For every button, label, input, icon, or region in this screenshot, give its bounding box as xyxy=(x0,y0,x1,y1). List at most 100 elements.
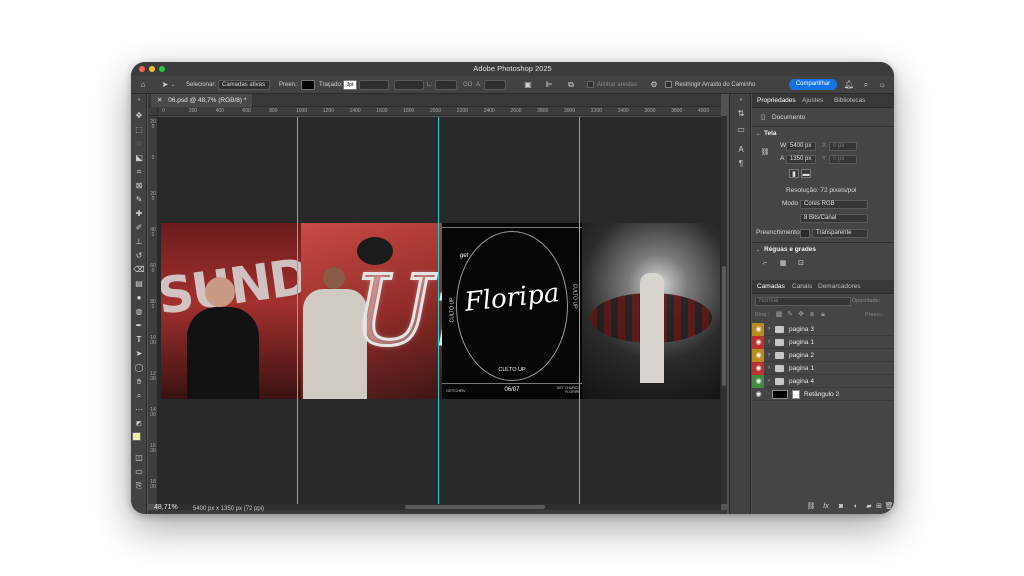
canvas-section-title[interactable]: Tela xyxy=(764,129,777,139)
move-tool-icon[interactable]: ✥ xyxy=(133,110,145,122)
document-size[interactable]: 5400 px x 1350 px (72 ppi) xyxy=(193,504,264,514)
stroke-swatch[interactable]: 3pt xyxy=(343,80,357,90)
foreground-color-swatch[interactable] xyxy=(132,432,141,441)
chevron-right-icon[interactable]: › xyxy=(768,323,770,336)
chevron-right-icon[interactable]: › xyxy=(768,349,770,362)
lasso-tool-icon[interactable]: ◌ xyxy=(133,138,145,150)
shape-width-field[interactable] xyxy=(435,80,457,90)
share-for-review-icon[interactable]: ⎘ xyxy=(133,480,145,492)
tab-libraries[interactable]: Bibliotecas xyxy=(834,94,865,108)
object-selection-tool-icon[interactable]: ⬕ xyxy=(133,152,145,164)
stroke-type-dropdown[interactable] xyxy=(394,80,424,90)
paragraph-panel-icon[interactable]: ¶ xyxy=(735,158,747,170)
lock-transparency-icon[interactable]: ▩ xyxy=(774,310,784,319)
bit-depth-dropdown[interactable]: 8 Bits/Canal xyxy=(800,214,868,223)
canvas-x-field[interactable]: 0 px xyxy=(829,142,857,151)
link-dimensions-icon[interactable]: GO xyxy=(463,76,472,94)
lock-position-icon[interactable]: ✥ xyxy=(796,310,806,319)
quick-mask-icon[interactable]: ◫ xyxy=(133,452,145,464)
select-dropdown[interactable]: Camadas ativas xyxy=(218,80,270,90)
eye-icon[interactable]: ◉ xyxy=(754,338,763,347)
gear-icon[interactable]: ⚙ xyxy=(648,79,660,91)
blur-tool-icon[interactable]: ● xyxy=(133,292,145,304)
frame-tool-icon[interactable]: ⊠ xyxy=(133,180,145,192)
chevron-right-icon[interactable]: › xyxy=(768,336,770,349)
tab-paths[interactable]: Demarcadores xyxy=(818,280,861,294)
chevron-down-icon[interactable]: ⌄ xyxy=(756,245,760,255)
lock-artboard-icon[interactable]: ⧈ xyxy=(807,310,817,319)
document-canvas[interactable]: SUNDAY Ur get Floripa CULTO UP CULTO UP xyxy=(158,117,721,506)
tab-adjustments[interactable]: Ajustes xyxy=(802,94,823,108)
chevron-right-icon[interactable]: › xyxy=(768,375,770,388)
document-tab[interactable]: ✕ 06.psd @ 48,7% (RGB/8) * xyxy=(151,94,253,107)
landscape-orientation-button[interactable]: ▬ xyxy=(801,169,811,178)
canvas-width-field[interactable]: 5400 px xyxy=(786,142,816,151)
guide-line[interactable] xyxy=(297,117,298,506)
path-arrangement-icon[interactable]: ⧉ xyxy=(565,79,577,91)
layer-row[interactable]: ◉ › pagina 4 xyxy=(752,375,894,388)
fill-swatch[interactable] xyxy=(301,80,315,90)
pen-tool-icon[interactable]: ✒ xyxy=(133,320,145,332)
bell-icon[interactable]: 🔔︎ xyxy=(843,79,855,91)
close-tab-icon[interactable]: ✕ xyxy=(157,97,162,104)
hand-tool-icon[interactable]: ✋︎ xyxy=(133,376,145,388)
vertical-scroll-thumb[interactable] xyxy=(722,266,726,386)
lock-all-icon[interactable]: 🔒︎ xyxy=(818,310,828,319)
more-tools-icon[interactable]: ⋯ xyxy=(133,404,145,416)
layer-mask-icon[interactable]: ◙ xyxy=(836,502,846,512)
close-window-button[interactable] xyxy=(139,66,145,72)
layer-row[interactable]: ◉ › pagina 2 xyxy=(752,349,894,362)
collapse-panel-icon[interactable]: « xyxy=(735,94,747,106)
home-icon[interactable]: ⌂ xyxy=(137,79,149,91)
fill-color-swatch[interactable] xyxy=(800,229,810,238)
tab-channels[interactable]: Canais xyxy=(792,280,812,294)
gradient-tool-icon[interactable]: ▤ xyxy=(133,278,145,290)
shape-height-field[interactable] xyxy=(484,80,506,90)
ruler-toggle-icon[interactable]: ⌐ xyxy=(760,259,770,268)
path-selection-tool-icon[interactable]: ➤ xyxy=(133,348,145,360)
dodge-tool-icon[interactable]: ◍ xyxy=(133,306,145,318)
blend-mode-dropdown[interactable]: Normal xyxy=(755,297,851,306)
fill-dropdown[interactable]: Transparente xyxy=(812,229,868,238)
new-group-icon[interactable]: ▰ xyxy=(864,502,874,512)
ruler-origin[interactable] xyxy=(148,107,158,116)
lock-image-icon[interactable]: ✎ xyxy=(785,310,795,319)
layer-effects-icon[interactable]: fx xyxy=(821,502,831,512)
layer-row[interactable]: ◉ › pagina 3 xyxy=(752,323,894,336)
ellipse-tool-icon[interactable]: ◯ xyxy=(133,362,145,374)
eyedropper-tool-icon[interactable]: ✎ xyxy=(133,194,145,206)
eye-icon[interactable]: ◉ xyxy=(754,377,763,386)
portrait-orientation-button[interactable]: ▮ xyxy=(789,169,799,178)
guide-line[interactable] xyxy=(579,117,580,506)
trash-icon[interactable]: 🗑︎ xyxy=(884,502,894,512)
layer-row[interactable]: ◉ › pagina 1 xyxy=(752,362,894,375)
horizontal-ruler[interactable]: 0 200 400 600 800 1000 1200 1400 1600 1800 2000 220… xyxy=(158,107,721,116)
search-icon[interactable]: ⌕ xyxy=(860,79,872,91)
collapse-panel-icon[interactable]: » xyxy=(133,94,145,106)
layer-name[interactable]: pagina 2 xyxy=(789,349,814,362)
vertical-ruler[interactable]: 200 0 200 400 600 800 1000 1200 1400 1600 1800 xyxy=(148,116,158,504)
new-layer-icon[interactable]: ⊞ xyxy=(874,502,884,512)
canvas-y-field[interactable]: 0 px xyxy=(829,155,857,164)
layer-name[interactable]: pagina 1 xyxy=(789,362,814,375)
canvas-height-field[interactable]: 1350 px xyxy=(786,155,816,164)
chevron-right-icon[interactable]: › xyxy=(768,362,770,375)
eraser-tool-icon[interactable]: ⌫ xyxy=(133,264,145,276)
adjustment-layer-icon[interactable]: ◐ xyxy=(851,502,861,512)
stroke-width-field[interactable] xyxy=(359,80,389,90)
layer-name[interactable]: pagina 3 xyxy=(789,323,814,336)
guide-line[interactable] xyxy=(438,117,439,506)
path-operations-icon[interactable]: ▣ xyxy=(522,79,534,91)
zoom-level[interactable]: 48,71% xyxy=(154,503,178,513)
lightbulb-icon[interactable]: ☼ xyxy=(876,79,888,91)
artboard[interactable]: SUNDAY Ur get Floripa CULTO UP CULTO UP xyxy=(161,223,720,399)
default-colors-icon[interactable]: ◩ xyxy=(133,418,145,430)
vertical-scrollbar[interactable] xyxy=(721,116,727,504)
layer-row[interactable]: ◉ › pagina 1 xyxy=(752,336,894,349)
layer-row[interactable]: ◉ Retângulo 2 xyxy=(752,388,894,401)
tab-layers[interactable]: Camadas xyxy=(757,280,785,294)
chevron-down-icon[interactable]: ⌄ xyxy=(756,129,760,139)
history-panel-icon[interactable]: ⇅ xyxy=(735,108,747,120)
align-edges-checkbox[interactable] xyxy=(587,81,594,88)
share-button[interactable]: Compartilhar xyxy=(789,79,837,90)
